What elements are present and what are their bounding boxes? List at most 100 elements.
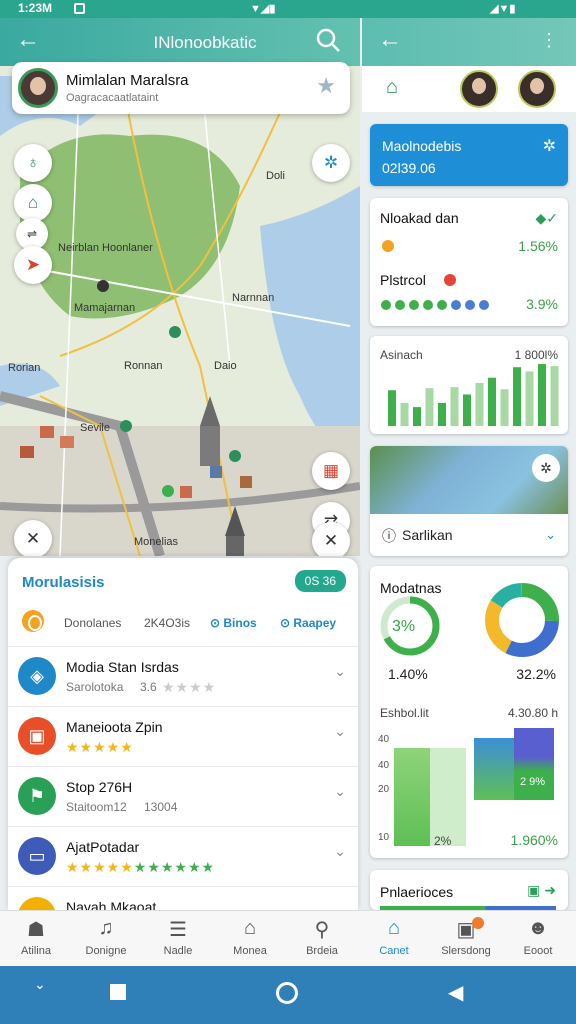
rating-stars: ★★★★ [162, 679, 217, 695]
chevron-down-icon[interactable]: ⌄ [334, 903, 346, 910]
list-item-desc: Sarolotoka [66, 680, 124, 694]
back-icon[interactable]: ← [16, 26, 40, 54]
tools-button-right[interactable]: ✕ [312, 522, 350, 556]
chart-value: 4.30.80 h [507, 706, 558, 720]
filter-option[interactable]: ⊙ Raapey [280, 616, 336, 630]
chevron-down-icon[interactable]: ⌄ [545, 527, 556, 543]
nav-item[interactable]: ☻ Eooot [506, 917, 570, 957]
nav-item[interactable]: ☗ Atilina [4, 917, 68, 957]
directions-button[interactable]: ♁ [14, 144, 52, 182]
more-vert-icon[interactable]: ⋮ [540, 30, 558, 51]
chevron-down-icon[interactable]: ⌄ [334, 723, 346, 740]
user-bar: ⌂ [362, 66, 576, 112]
landmark-icon: ⌂ [243, 917, 257, 939]
preferences-toggle-icon[interactable]: ▣ ➜ [527, 882, 556, 899]
alert-dot [444, 274, 456, 286]
bar [400, 402, 409, 426]
back-icon[interactable]: ← [378, 26, 402, 54]
nav-item[interactable]: ☰ Nadle [146, 917, 210, 957]
nav-item[interactable]: ⚲ Brdeia [290, 917, 354, 957]
nav-item[interactable]: ⌂ Monea [218, 917, 282, 957]
recents-button[interactable] [110, 984, 126, 1000]
rating-stars: ★★★★★★★★★★★ [66, 859, 216, 875]
list-item[interactable]: ◈ Modia Stan Isrdas Sarolotoka 3.6 ★★★★ … [8, 646, 358, 706]
map-view[interactable]: Neirblan Hoonlaner Doli Mamajarnan Narnn… [0, 66, 360, 556]
place-name: Mimlalan Maralsra [66, 72, 189, 89]
page-title: INlonoobkatic [153, 33, 257, 52]
sheet-badge[interactable]: 0S 36 [294, 570, 346, 592]
nav-item[interactable]: ▣ Slersdong [434, 917, 498, 957]
filter-icon[interactable] [22, 610, 44, 632]
nav-label: Slersdong [441, 945, 491, 957]
list-item-title: Nayah Mkaoat [66, 899, 157, 910]
filter-option[interactable]: 2K4O3is [144, 616, 190, 630]
mini-bar-chart [388, 364, 559, 426]
location-card[interactable]: ✲ ⓘ Sarlikan ⌄ [370, 446, 568, 556]
navigate-button[interactable]: ➤ [14, 246, 52, 284]
status-dot [382, 240, 394, 252]
list-item[interactable]: ▣ Maneioota Zpin ★★★★★ ⌄ [8, 706, 358, 766]
chart-label: Eshbol.lit [380, 706, 429, 720]
stats-label: Plstrcol [380, 272, 426, 288]
map-label: Doli [266, 170, 285, 182]
home-button[interactable]: ⌂ [14, 184, 52, 222]
summary-card[interactable]: Maolnodebis 02l39.06 ✲ [370, 124, 568, 186]
map-label: Sevile [80, 422, 110, 434]
avatar[interactable] [518, 70, 556, 108]
axis-label: 20 [378, 784, 390, 795]
list-item-title: Stop 276H [66, 779, 133, 795]
search-icon[interactable] [314, 26, 342, 54]
place-card[interactable]: Mimlalan Maralsra Oagracacaatlataint ★ [12, 62, 350, 114]
stats-card: Nloakad dan ◆✓ 1.56% Plstrcol 3.9% [370, 198, 568, 326]
map-label: Rorian [8, 362, 41, 374]
home-button[interactable] [276, 982, 298, 1004]
stacked-bar [514, 728, 554, 800]
bar [488, 377, 496, 426]
chevron-down-icon[interactable]: ⌄ [34, 976, 46, 993]
chevron-down-icon[interactable]: ⌄ [334, 663, 346, 680]
nav-item[interactable]: ⌂ Canet [362, 917, 426, 957]
home-icon[interactable]: ⌂ [386, 76, 398, 99]
donut-chart [485, 583, 559, 657]
stacked-bar [430, 748, 466, 846]
map-label: Ronnan [124, 360, 163, 372]
notification-icon [74, 3, 85, 14]
list-item-title: AjatPotadar [66, 839, 140, 855]
rating-stars: ★★★★★ [66, 739, 134, 755]
bottom-nav: ☗ Atilina ♫ Donigne ☰ Nadle ⌂ Monea ⚲ Brdeia … [0, 910, 576, 966]
person-icon: ☗ [27, 919, 45, 941]
compass-icon[interactable]: ✲ [532, 454, 560, 482]
bar [525, 371, 534, 426]
right-app-bar: ← ⋮ [362, 18, 576, 66]
results-sheet: Morulasisis 0S 36 Donolanes 2K4O3is ⊙ Bi… [8, 558, 358, 910]
bar-chart-card: Asinach 1 800l% [370, 336, 568, 434]
compass-button[interactable]: ✲ [312, 144, 350, 182]
filter-option[interactable]: ⊙ Binos [210, 616, 257, 630]
signal-icon-right: ◢▼▮ [490, 3, 516, 15]
map-graphic [0, 66, 360, 556]
back-button[interactable]: ◀ [448, 980, 463, 1005]
list-item-meta: 13004 [144, 800, 178, 814]
place-subtitle: Oagracacaatlataint [66, 92, 159, 104]
favorite-star-icon[interactable]: ★ [316, 73, 336, 99]
chevron-down-icon[interactable]: ⌄ [334, 783, 346, 800]
map-pin-icon: ◈ [18, 657, 56, 695]
nav-item[interactable]: ♫ Donigne [74, 917, 138, 957]
progress-dots [381, 300, 489, 310]
preferences-card[interactable]: Pnlaerioces ▣ ➜ [370, 870, 568, 910]
list-item[interactable]: ▭ AjatPotadar ★★★★★★★★★★★ ⌄ [8, 826, 358, 886]
list-item[interactable]: ☺ Nayah Mkaoat ⌄ [8, 886, 358, 910]
map-label: Neirblan Hoonlaner [58, 242, 153, 254]
list-item[interactable]: ⚑ Stop 276H Staitoom12 13004 ⌄ [8, 766, 358, 826]
transit-button[interactable]: ▦ [312, 452, 350, 490]
avatar[interactable] [460, 70, 498, 108]
stats-title: Nloakad dan [380, 210, 459, 226]
summary-value: 02l39.06 [382, 160, 436, 176]
filter-option[interactable]: Donolanes [64, 616, 121, 630]
preferences-title: Pnlaerioces [380, 884, 454, 900]
donut-value-1: 1.40% [388, 666, 428, 682]
tools-button[interactable]: ✕ [14, 520, 52, 556]
axis-label: 10 [378, 832, 390, 843]
map-label: Mamajarnan [74, 302, 136, 314]
chevron-down-icon[interactable]: ⌄ [334, 843, 346, 860]
